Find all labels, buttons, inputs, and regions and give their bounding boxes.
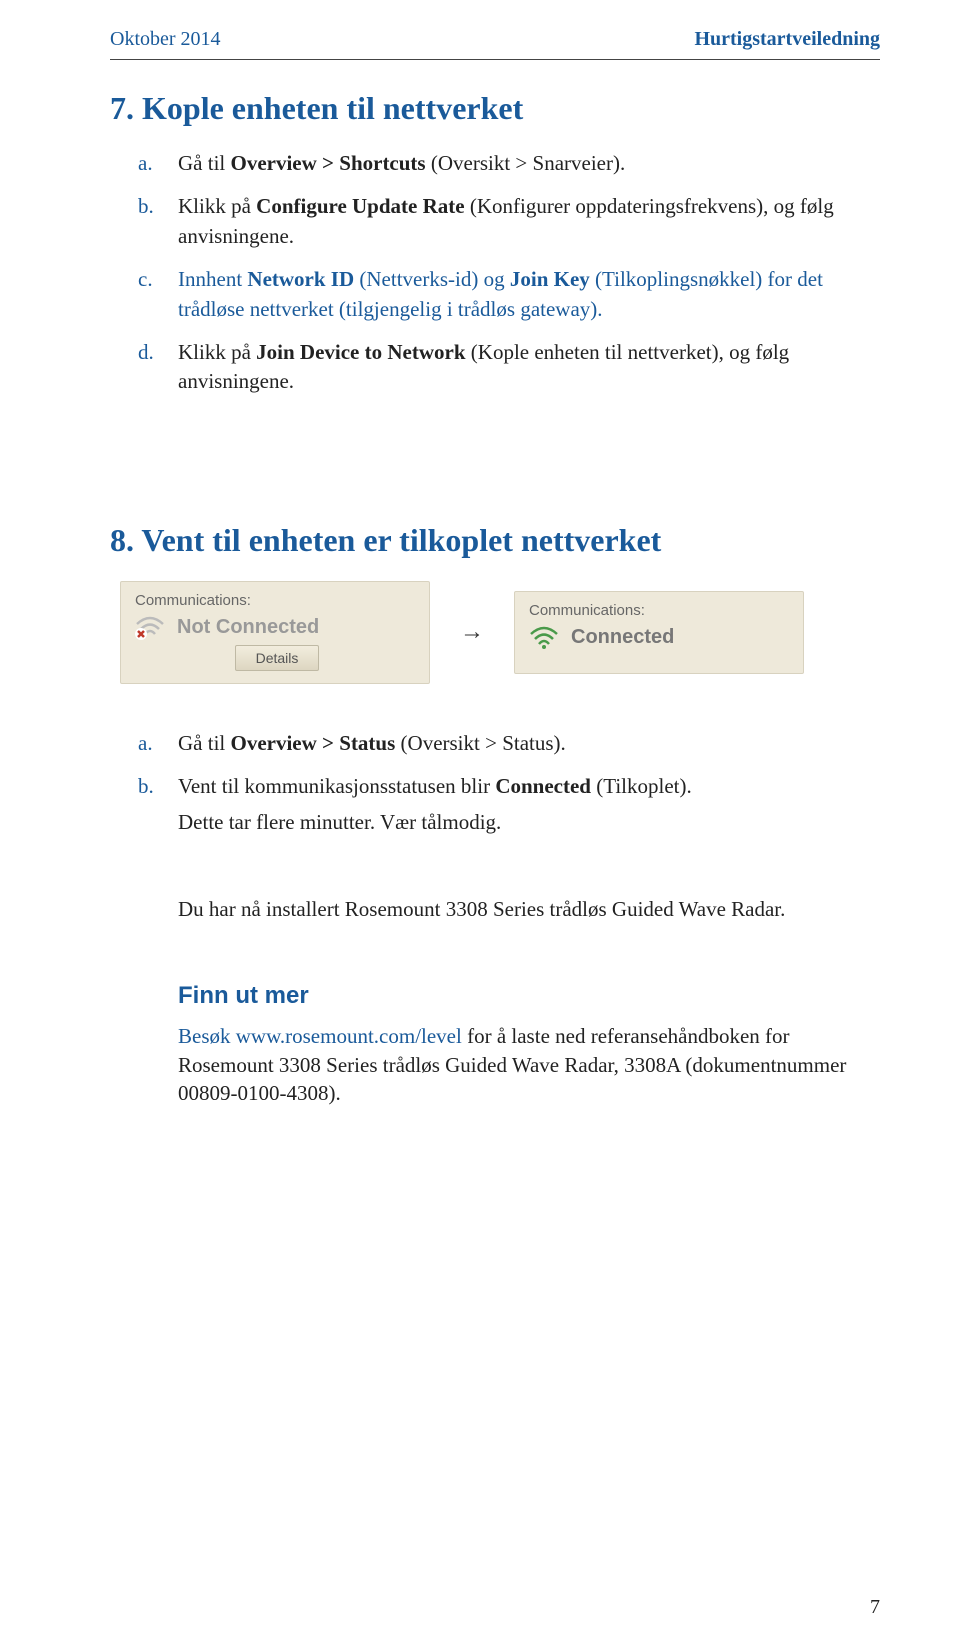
header-row: Oktober 2014 Hurtigstartveiledning [110,28,880,51]
install-done-text: Du har nå installert Rosemount 3308 Seri… [178,895,880,924]
text-bold: Network ID [247,267,354,291]
list-marker: b. [138,192,154,221]
status-figure: Communications: Not Connected Details → [110,581,880,684]
text: Klikk på [178,194,256,218]
status-connected-text: Connected [571,626,674,649]
text: Gå til [178,151,231,175]
find-more-title: Finn ut mer [178,982,880,1010]
text-bold: Overview > Shortcuts [231,151,426,175]
text: Besøk [178,1024,236,1048]
text: Vent til kommunikasjonsstatusen blir [178,774,495,798]
text: Gå til [178,731,231,755]
arrow-right-icon: → [460,619,484,646]
wifi-off-icon [135,615,165,641]
find-more-body: Besøk www.rosemount.com/level for å last… [178,1022,880,1107]
header-date: Oktober 2014 [110,28,221,51]
list-marker: d. [138,338,154,367]
status-box-connected: Communications: Connected [514,591,804,674]
status-box-not-connected: Communications: Not Connected Details [120,581,430,684]
text: (Oversikt > Snarveier). [426,151,626,175]
text: (Oversikt > Status). [395,731,566,755]
list-marker: a. [138,149,153,178]
rosemount-link[interactable]: www.rosemount.com/level [236,1024,462,1048]
header-guide: Hurtigstartveiledning [694,28,880,51]
section7-item-b: b. Klikk på Configure Update Rate (Konfi… [178,192,880,251]
communications-label: Communications: [529,602,789,619]
communications-label: Communications: [135,592,415,609]
section7-title: 7. Kople enheten til nettverket [110,90,880,127]
section8-list: a. Gå til Overview > Status (Oversikt > … [178,729,880,837]
text-bold: Join Device to Network [256,340,465,364]
status-not-connected-text: Not Connected [177,616,319,639]
text: Innhent [178,267,247,291]
text: Klikk på [178,340,256,364]
section7-item-a: a. Gå til Overview > Shortcuts (Oversikt… [178,149,880,178]
text-bold: Configure Update Rate [256,194,464,218]
text-bold: Overview > Status [231,731,396,755]
list-marker: a. [138,729,153,758]
section7-item-c: c. Innhent Network ID (Nettverks-id) og … [178,265,880,324]
note-text: Dette tar flere minutter. Vær tålmodig. [178,808,880,837]
list-marker: b. [138,772,154,801]
page-number: 7 [870,1596,880,1619]
divider [110,59,880,60]
section8-title: 8. Vent til enheten er tilkoplet nettver… [110,522,880,559]
text-bold: Connected [495,774,591,798]
section7-list: a. Gå til Overview > Shortcuts (Oversikt… [178,149,880,397]
list-marker: c. [138,265,153,294]
section8-item-b: b. Vent til kommunikasjonsstatusen blir … [178,772,880,837]
text: (Tilkoplet). [591,774,692,798]
details-button[interactable]: Details [235,645,320,671]
section7-item-d: d. Klikk på Join Device to Network (Kopl… [178,338,880,397]
text: (Nettverks-id) og [354,267,510,291]
section8-item-a: a. Gå til Overview > Status (Oversikt > … [178,729,880,758]
wifi-on-icon [529,625,559,651]
text-bold: Join Key [510,267,590,291]
